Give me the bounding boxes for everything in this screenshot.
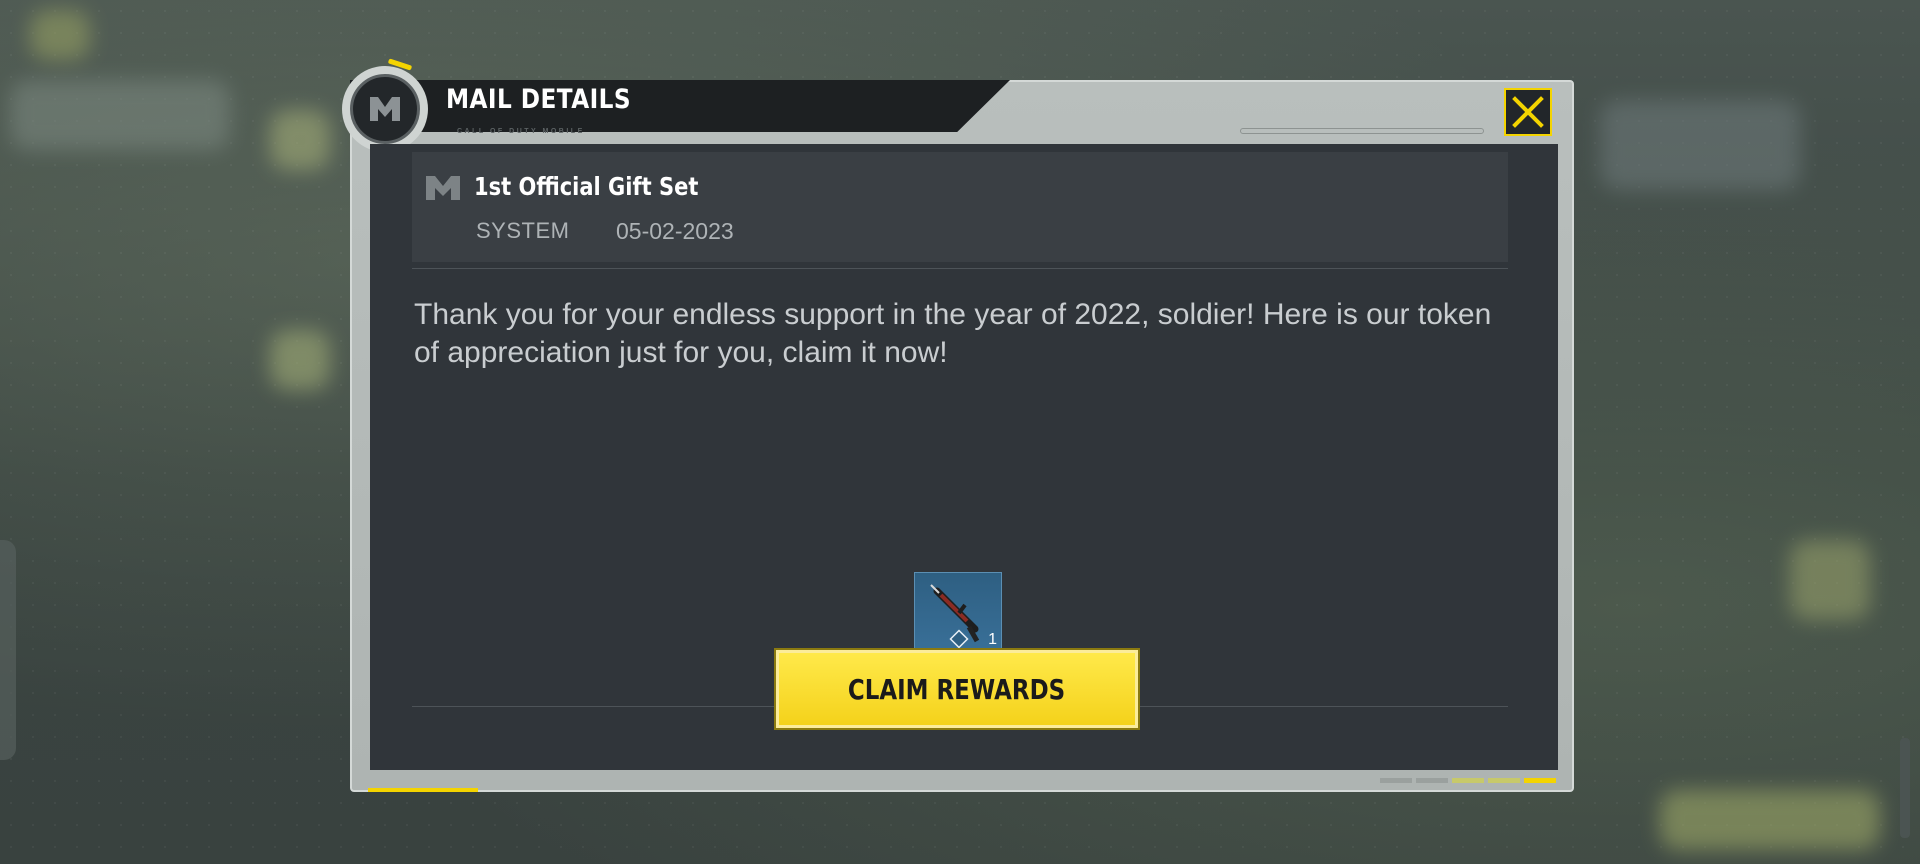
reward-item[interactable]: 1 xyxy=(914,572,1002,660)
page-tick xyxy=(1488,778,1520,783)
mail-sender: SYSTEM xyxy=(476,218,570,243)
close-button[interactable] xyxy=(1504,88,1552,136)
game-subtitle: CALL OF DUTY MOBILE xyxy=(457,128,585,135)
mail-header: 1st Official Gift Set SYSTEM 05-02-2023 xyxy=(412,152,1508,262)
claim-rewards-label: CLAIM REWARDS xyxy=(848,672,1066,706)
header-slider-decoration xyxy=(1240,128,1484,134)
close-x-icon xyxy=(1512,96,1544,128)
emblem-core xyxy=(350,74,420,144)
background-blur-block xyxy=(1790,540,1870,620)
codm-logo-icon xyxy=(370,97,400,121)
background-blur-block xyxy=(30,10,90,60)
scrollbar[interactable] xyxy=(1900,738,1910,838)
reward-quantity: 1 xyxy=(988,631,997,648)
background-blur-block xyxy=(270,330,330,390)
mail-date: 05-02-2023 xyxy=(616,218,734,244)
page-tick xyxy=(1416,778,1448,783)
page-tick xyxy=(1524,778,1556,783)
page-indicator xyxy=(1380,778,1556,783)
modal-title: MAIL DETAILS xyxy=(446,84,632,115)
background-blur-block xyxy=(10,80,230,150)
mail-body: Thank you for your endless support in th… xyxy=(414,298,1492,369)
background-blur-block xyxy=(270,110,330,170)
side-handle[interactable] xyxy=(0,540,16,760)
game-emblem xyxy=(342,58,428,152)
page-tick xyxy=(1452,778,1484,783)
frame-accent xyxy=(368,788,478,792)
header-divider xyxy=(412,268,1508,269)
claim-rewards-button[interactable]: CLAIM REWARDS xyxy=(776,650,1138,728)
background-blur-block xyxy=(1660,790,1880,850)
mail-title: 1st Official Gift Set xyxy=(474,172,699,201)
page-tick xyxy=(1380,778,1412,783)
background-blur-block xyxy=(1600,100,1800,190)
mail-logo-icon xyxy=(426,176,460,200)
mail-details-modal: MAIL DETAILS CALL OF DUTY MOBILE 1st Off… xyxy=(342,58,1574,792)
